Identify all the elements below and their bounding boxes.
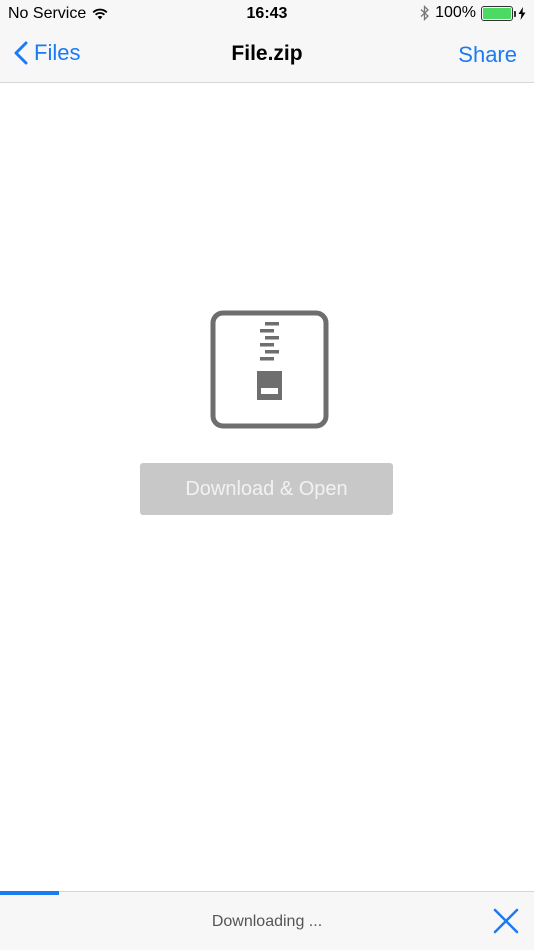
bottom-bar: Downloading ... [0, 891, 534, 950]
zip-archive-icon [210, 310, 329, 429]
navigation-bar: Files File.zip Share [0, 28, 534, 83]
status-right: 100% [420, 4, 526, 22]
battery-nub [514, 10, 516, 17]
download-progress-bar [0, 891, 534, 895]
page-title: File.zip [231, 42, 303, 65]
download-progress-fill [0, 891, 59, 895]
close-icon[interactable] [492, 907, 520, 935]
charging-bolt-icon [518, 6, 526, 20]
battery-fill [483, 7, 511, 19]
download-status-text: Downloading ... [211, 913, 323, 930]
battery-icon [481, 5, 516, 21]
status-bar: No Service 16:43 100% [0, 0, 534, 28]
share-button[interactable]: Share [458, 42, 517, 68]
battery-percent: 100% [435, 4, 476, 21]
download-open-button[interactable]: Download & Open [140, 463, 393, 515]
bluetooth-icon [420, 5, 430, 21]
